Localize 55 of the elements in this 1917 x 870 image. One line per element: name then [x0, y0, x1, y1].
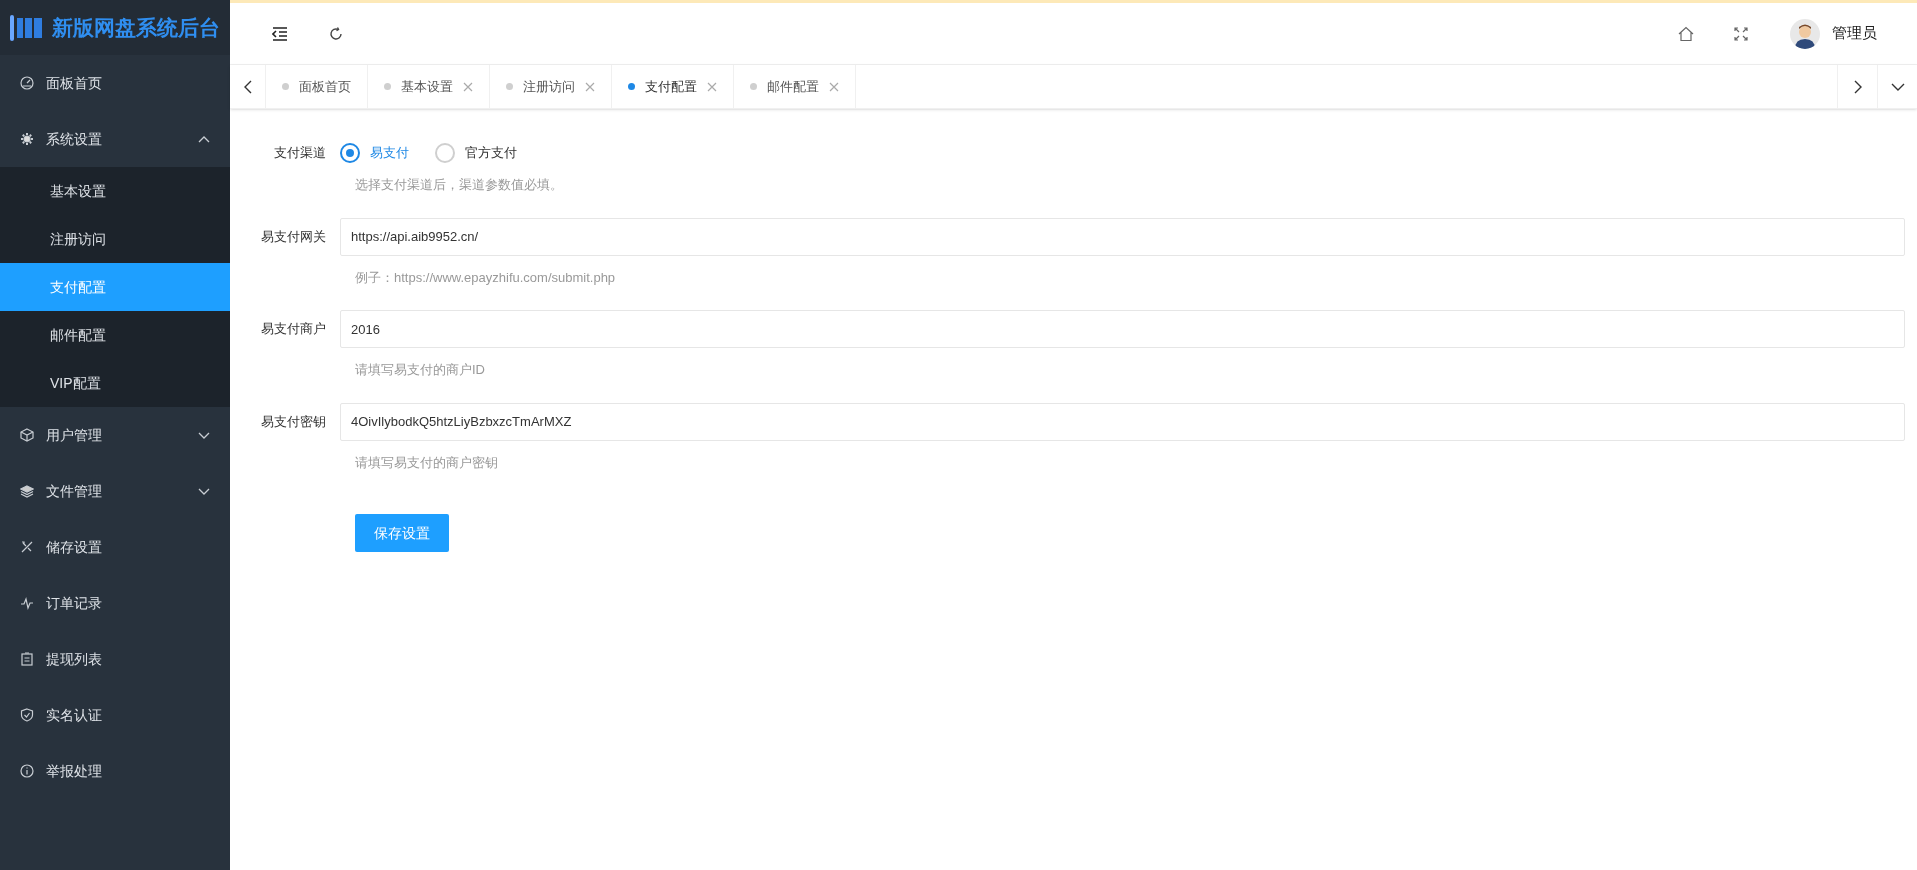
- cube-icon: [20, 428, 34, 442]
- layers-icon: [20, 484, 34, 498]
- sidebar-item[interactable]: 系统设置: [0, 111, 230, 167]
- user-name[interactable]: 管理员: [1832, 22, 1877, 45]
- clipboard-icon: [20, 652, 34, 666]
- help-text: 请填写易支付的商户密钥: [355, 453, 499, 472]
- submenu-item[interactable]: 邮件配置: [0, 311, 230, 359]
- help-text: 请填写易支付的商户ID: [355, 361, 486, 379]
- tab[interactable]: 支付配置: [612, 65, 734, 108]
- chevron-right-icon: [1853, 79, 1862, 94]
- close-icon[interactable]: [585, 81, 595, 92]
- radio-button[interactable]: [340, 143, 360, 163]
- sidebar-item[interactable]: 提现列表: [0, 631, 230, 687]
- sidebar-item[interactable]: 举报处理: [0, 743, 230, 799]
- sidebar-item[interactable]: 文件管理: [0, 463, 230, 519]
- tab[interactable]: 基本设置: [368, 65, 490, 108]
- radio-label[interactable]: 易支付: [370, 143, 409, 163]
- app-title: 新版网盘系统后台: [52, 14, 220, 41]
- submenu-item[interactable]: 注册访问: [0, 215, 230, 263]
- field-label: 易支付商户: [260, 320, 327, 339]
- field-label: 支付渠道: [273, 144, 327, 163]
- shield-icon: [20, 708, 34, 722]
- input-field[interactable]: 2016: [340, 310, 1905, 348]
- submenu-item[interactable]: 基本设置: [0, 167, 230, 215]
- close-icon[interactable]: [829, 81, 839, 92]
- help-text: 选择支付渠道后，渠道参数值必填。: [355, 176, 564, 194]
- input-field[interactable]: https://api.aib9952.cn/: [340, 217, 1905, 256]
- home-icon[interactable]: [1678, 25, 1694, 42]
- dashboard-icon: [20, 76, 34, 90]
- input-field[interactable]: 4OivIlybodkQ5htzLiyBzbxzcTmArMXZ: [340, 402, 1905, 441]
- sidebar-item[interactable]: 实名认证: [0, 687, 230, 743]
- sidebar-item[interactable]: 用户管理: [0, 407, 230, 463]
- sidebar-item[interactable]: 储存设置: [0, 519, 230, 575]
- chevron-left-icon: [243, 79, 252, 94]
- help-text: 例子：https://www.epayzhifu.com/submit.php: [355, 268, 617, 287]
- refresh-icon[interactable]: [328, 25, 344, 42]
- avatar[interactable]: [1790, 18, 1820, 49]
- pulse-icon: [20, 596, 34, 610]
- tools-icon: [20, 540, 34, 554]
- field-label: 易支付密钥: [260, 412, 327, 431]
- sidebar-item[interactable]: 面板首页: [0, 55, 230, 111]
- field-label: 易支付网关: [260, 227, 327, 246]
- close-icon[interactable]: [707, 81, 717, 92]
- gear-icon: [20, 132, 34, 146]
- fullscreen-icon[interactable]: [1734, 25, 1750, 42]
- logo-icon: [10, 12, 44, 43]
- tab[interactable]: 邮件配置: [734, 65, 856, 108]
- tab[interactable]: 面板首页: [266, 65, 368, 108]
- submenu-item[interactable]: VIP配置: [0, 359, 230, 407]
- close-icon[interactable]: [463, 81, 473, 92]
- radio-button[interactable]: [435, 143, 455, 163]
- info-icon: [20, 764, 34, 778]
- chevron-down-icon: [1890, 82, 1905, 91]
- radio-label[interactable]: 官方支付: [465, 143, 517, 163]
- sidebar-item[interactable]: 订单记录: [0, 575, 230, 631]
